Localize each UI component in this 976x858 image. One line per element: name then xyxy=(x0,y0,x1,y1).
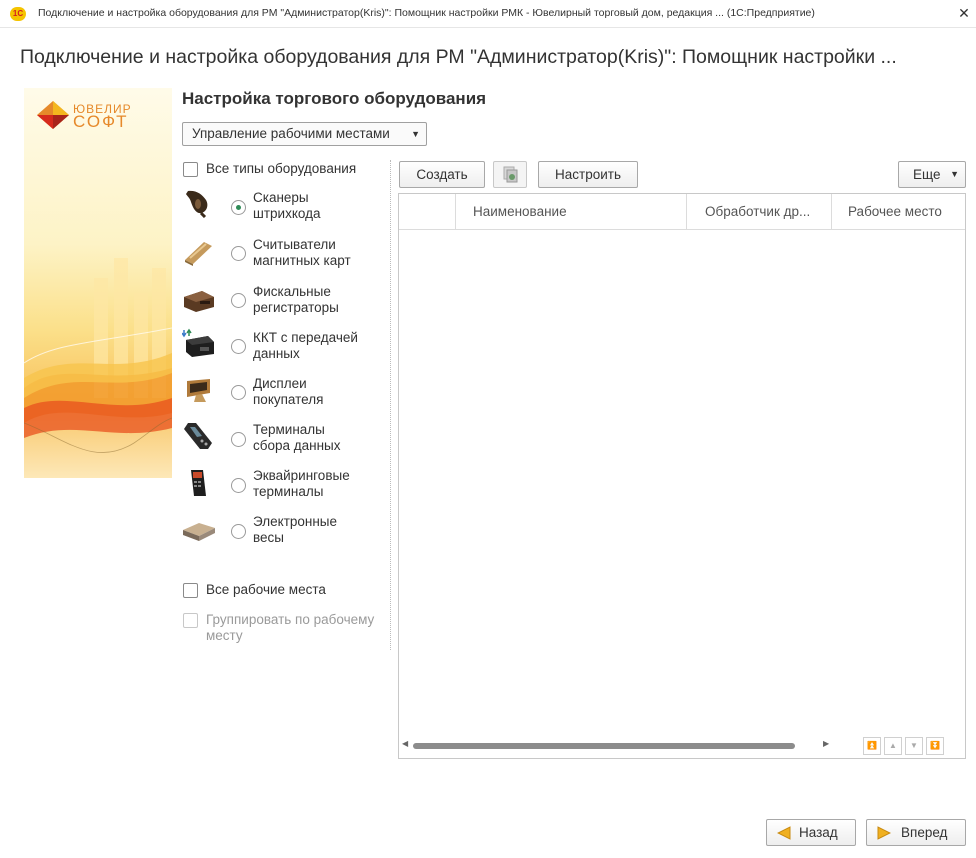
previous-row-icon[interactable]: ▲ xyxy=(884,737,902,755)
chevron-down-icon: ▼ xyxy=(411,129,420,139)
first-row-icon[interactable]: ⏫ xyxy=(863,737,881,755)
all-workplaces-checkbox[interactable] xyxy=(183,583,198,598)
equipment-type-label: данных xyxy=(253,346,300,361)
equipment-type-label: весы xyxy=(253,530,284,545)
panel-divider xyxy=(390,160,391,650)
brand-logo-line2: СОФТ xyxy=(73,112,129,131)
barcode-scanner-icon xyxy=(186,190,208,218)
back-button-label: Назад xyxy=(799,825,838,840)
column-header-handler[interactable]: Обработчик др... xyxy=(705,204,810,219)
copy-icon xyxy=(503,166,518,183)
arrow-left-icon xyxy=(777,826,791,840)
data-terminal-icon xyxy=(184,423,212,449)
radio-barcode-scanners[interactable] xyxy=(231,200,246,215)
window-title: Подключение и настройка оборудования для… xyxy=(38,7,815,19)
next-button-label: Вперед xyxy=(901,825,948,840)
group-by-workplace-label-cont: месту xyxy=(206,628,243,643)
window-titlebar: 1С Подключение и настройка оборудования … xyxy=(0,0,976,28)
next-button[interactable]: Вперед xyxy=(866,819,966,846)
pos-terminal-icon xyxy=(191,470,206,496)
configure-button[interactable]: Настроить xyxy=(538,161,638,188)
workplaces-management-label: Управление рабочими местами xyxy=(192,126,390,141)
next-row-icon[interactable]: ▼ xyxy=(905,737,923,755)
app-logo-icon: 1С xyxy=(10,7,26,21)
equipment-type-label: Сканеры xyxy=(253,190,309,205)
column-divider xyxy=(455,194,456,230)
equipment-type-label: регистраторы xyxy=(253,300,339,315)
customer-display-icon xyxy=(187,379,210,402)
section-title: Настройка торгового оборудования xyxy=(182,89,487,108)
table-footer: ◀ ▶ ⏫ ▲ ▼ ⏬ xyxy=(399,734,965,758)
card-reader-icon xyxy=(185,242,212,266)
all-types-checkbox[interactable] xyxy=(183,162,198,177)
equipment-type-label: сбора данных xyxy=(253,438,341,453)
group-by-workplace-checkbox[interactable] xyxy=(183,613,198,628)
create-button[interactable]: Создать xyxy=(399,161,485,188)
equipment-table[interactable]: Наименование Обработчик др... Рабочее ме… xyxy=(398,193,966,759)
cash-register-icon xyxy=(182,328,214,357)
page-title: Подключение и настройка оборудования для… xyxy=(20,46,897,68)
chevron-down-icon: ▼ xyxy=(950,169,959,179)
scales-icon xyxy=(183,523,215,541)
equipment-type-label: Эквайринговые xyxy=(253,468,350,483)
equipment-type-label: Электронные xyxy=(253,514,338,529)
radio-data-terminals[interactable] xyxy=(231,432,246,447)
radio-acquiring-terminals[interactable] xyxy=(231,478,246,493)
horizontal-scrollbar[interactable] xyxy=(413,743,795,749)
workplaces-management-dropdown[interactable]: Управление рабочими местами ▼ xyxy=(182,122,427,146)
more-button[interactable]: Еще ▼ xyxy=(898,161,966,188)
equipment-type-label: штрихкода xyxy=(253,206,321,221)
brand-panel: ЮВЕЛИР СОФТ xyxy=(24,88,172,478)
equipment-type-label: Терминалы xyxy=(253,422,325,437)
more-button-label: Еще xyxy=(913,167,941,182)
fiscal-printer-icon xyxy=(184,291,214,312)
radio-fiscal-registrars[interactable] xyxy=(231,293,246,308)
back-button[interactable]: Назад xyxy=(766,819,856,846)
column-divider xyxy=(686,194,687,230)
copy-button[interactable] xyxy=(493,161,527,188)
scroll-left-icon[interactable]: ◀ xyxy=(402,739,408,748)
brand-logo-icon xyxy=(37,101,69,129)
equipment-type-label: Считыватели xyxy=(253,237,336,252)
equipment-type-label: магнитных карт xyxy=(253,253,351,268)
group-by-workplace-label: Группировать по рабочему xyxy=(206,612,375,627)
column-header-workplace[interactable]: Рабочее место xyxy=(848,204,942,219)
radio-customer-displays[interactable] xyxy=(231,385,246,400)
equipment-type-label: Дисплеи xyxy=(253,376,307,391)
column-header-name[interactable]: Наименование xyxy=(473,204,567,219)
equipment-type-label: Фискальные xyxy=(253,284,331,299)
radio-card-readers[interactable] xyxy=(231,246,246,261)
all-workplaces-label: Все рабочие места xyxy=(206,582,326,597)
arrow-right-icon xyxy=(877,826,891,840)
table-header: Наименование Обработчик др... Рабочее ме… xyxy=(399,194,965,230)
equipment-type-label: покупателя xyxy=(253,392,324,407)
close-icon[interactable]: ✕ xyxy=(955,4,973,22)
all-types-label: Все типы оборудования xyxy=(206,161,357,176)
radio-electronic-scales[interactable] xyxy=(231,524,246,539)
column-divider xyxy=(831,194,832,230)
last-row-icon[interactable]: ⏬ xyxy=(926,737,944,755)
scroll-right-icon[interactable]: ▶ xyxy=(823,739,829,748)
radio-kkt[interactable] xyxy=(231,339,246,354)
equipment-type-label: терминалы xyxy=(253,484,324,499)
brand-decoration xyxy=(24,258,172,453)
equipment-type-label: ККТ с передачей xyxy=(253,330,358,345)
